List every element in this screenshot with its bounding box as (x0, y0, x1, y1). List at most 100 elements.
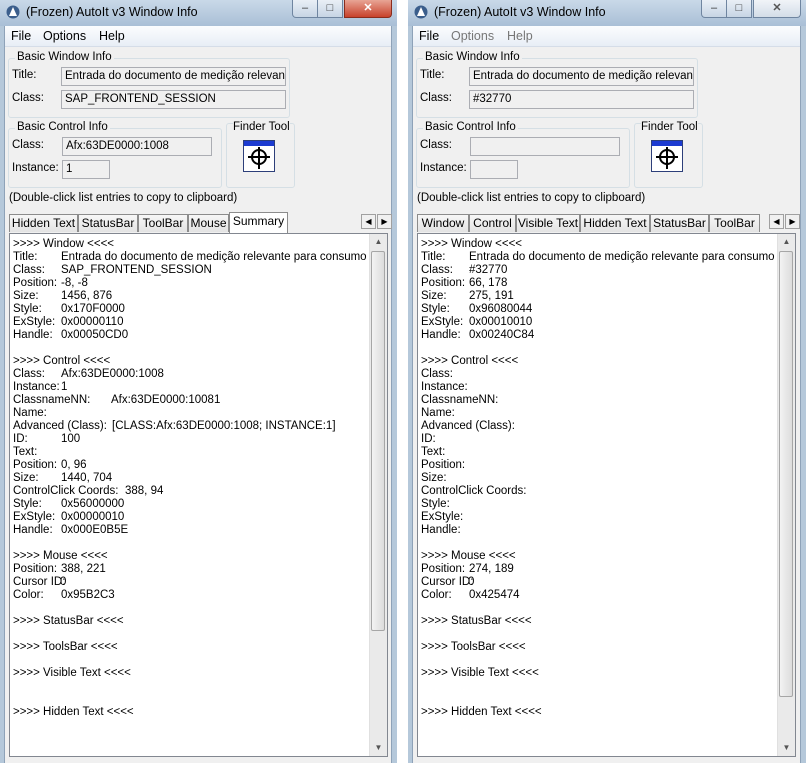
list-item[interactable]: Color: 0x425474 (421, 589, 771, 602)
list-item[interactable]: Size: 1440, 704 (13, 472, 363, 485)
list-item[interactable] (13, 342, 363, 355)
list-item[interactable]: Size: 1456, 876 (13, 290, 363, 303)
list-item[interactable]: Instance: 1 (13, 381, 363, 394)
list-item[interactable]: Handle: 0x00050CD0 (13, 329, 363, 342)
list-item[interactable]: >>>> Visible Text <<<< (421, 667, 771, 680)
window-title-field[interactable]: Entrada do documento de medição relevant… (61, 67, 286, 86)
list-item[interactable]: >>>> StatusBar <<<< (13, 615, 363, 628)
menu-help[interactable]: Help (99, 29, 125, 43)
list-item[interactable]: >>>> Window <<<< (13, 238, 363, 251)
scroll-thumb[interactable] (779, 251, 793, 697)
tab-control[interactable]: Control (469, 214, 516, 232)
list-item[interactable] (13, 680, 363, 693)
list-item[interactable] (421, 628, 771, 641)
list-item[interactable]: ClassnameNN: (421, 394, 771, 407)
list-item[interactable]: >>>> Mouse <<<< (13, 550, 363, 563)
tab-hidden-text[interactable]: Hidden Text (580, 214, 650, 232)
scroll-up-icon[interactable]: ▲ (371, 234, 386, 250)
list-item[interactable] (421, 654, 771, 667)
list-item[interactable]: >>>> Window <<<< (421, 238, 771, 251)
menu-file[interactable]: File (11, 29, 31, 43)
list-item[interactable]: ControlClick Coords: 388, 94 (13, 485, 363, 498)
close-button[interactable]: ✕ (753, 0, 801, 18)
list-item[interactable]: Position: 66, 178 (421, 277, 771, 290)
list-item[interactable]: Text: (421, 446, 771, 459)
minimize-button[interactable]: – (701, 0, 727, 18)
list-item[interactable] (13, 693, 363, 706)
list-item[interactable]: >>>> ToolsBar <<<< (421, 641, 771, 654)
list-item[interactable]: Size: 275, 191 (421, 290, 771, 303)
list-item[interactable]: Style: (421, 498, 771, 511)
tab-scroll-right-icon[interactable]: ▶ (377, 214, 392, 229)
tab-visible-text[interactable]: Visible Text (516, 214, 580, 232)
scroll-up-icon[interactable]: ▲ (779, 234, 794, 250)
tab-scroll-left-icon[interactable]: ◀ (769, 214, 784, 229)
list-item[interactable]: Class: (421, 368, 771, 381)
list-item[interactable]: >>>> Control <<<< (421, 355, 771, 368)
summary-listbox[interactable]: >>>> Window <<<< Title: Entrada do documen… (417, 233, 796, 757)
list-item[interactable]: Handle: 0x00240C84 (421, 329, 771, 342)
list-item[interactable]: Advanced (Class): [CLASS:Afx:63DE0000:100… (13, 420, 363, 433)
list-item[interactable]: Advanced (Class): (421, 420, 771, 433)
list-item[interactable] (13, 537, 363, 550)
list-item[interactable]: Position: 0, 96 (13, 459, 363, 472)
tab-statusbar[interactable]: StatusBar (78, 214, 138, 232)
list-item[interactable]: Instance: (421, 381, 771, 394)
list-item[interactable]: Class: SAP_FRONTEND_SESSION (13, 264, 363, 277)
title-bar[interactable]: (Frozen) AutoIt v3 Window Info – □ ✕ (0, 0, 397, 26)
list-item[interactable]: >>>> Hidden Text <<<< (421, 706, 771, 719)
scroll-down-icon[interactable]: ▼ (371, 740, 386, 756)
tab-toolbar[interactable]: ToolBar (138, 214, 188, 232)
tab-scroll-right-icon[interactable]: ▶ (785, 214, 800, 229)
list-item[interactable]: Position: -8, -8 (13, 277, 363, 290)
list-item[interactable]: Position: 388, 221 (13, 563, 363, 576)
list-item[interactable]: Handle: 0x000E0B5E (13, 524, 363, 537)
list-item[interactable]: >>>> StatusBar <<<< (421, 615, 771, 628)
tab-mouse[interactable]: Mouse (188, 214, 229, 232)
list-item[interactable]: >>>> Control <<<< (13, 355, 363, 368)
scroll-thumb[interactable] (371, 251, 385, 631)
list-item[interactable]: ExStyle: 0x00000110 (13, 316, 363, 329)
list-item[interactable]: Cursor ID: 0 (421, 576, 771, 589)
list-item[interactable]: >>>> Mouse <<<< (421, 550, 771, 563)
list-item[interactable]: Size: (421, 472, 771, 485)
list-item[interactable]: Text: (13, 446, 363, 459)
control-class-field[interactable]: Afx:63DE0000:1008 (62, 137, 212, 156)
list-item[interactable] (421, 693, 771, 706)
list-item[interactable]: >>>> Visible Text <<<< (13, 667, 363, 680)
window-class-field[interactable]: SAP_FRONTEND_SESSION (61, 90, 286, 109)
list-item[interactable] (421, 537, 771, 550)
tab-summary[interactable]: Summary (229, 212, 288, 233)
list-item[interactable]: ID: 100 (13, 433, 363, 446)
list-item[interactable]: Style: 0x96080044 (421, 303, 771, 316)
list-item[interactable]: ID: (421, 433, 771, 446)
list-item[interactable]: ControlClick Coords: (421, 485, 771, 498)
minimize-button[interactable]: – (292, 0, 318, 18)
control-class-field[interactable] (470, 137, 620, 156)
list-item[interactable]: Class: #32770 (421, 264, 771, 277)
tab-toolbar[interactable]: ToolBar (709, 214, 760, 232)
tab-window[interactable]: Window (417, 214, 469, 232)
list-item[interactable]: Cursor ID: 0 (13, 576, 363, 589)
title-bar[interactable]: (Frozen) AutoIt v3 Window Info – □ ✕ (408, 0, 806, 26)
list-item[interactable]: Color: 0x95B2C3 (13, 589, 363, 602)
list-item[interactable]: Position: (421, 459, 771, 472)
scroll-down-icon[interactable]: ▼ (779, 740, 794, 756)
close-button[interactable]: ✕ (344, 0, 392, 18)
finder-tool-crosshair-icon[interactable] (651, 140, 683, 172)
menu-help[interactable]: Help (507, 29, 533, 43)
menu-file[interactable]: File (419, 29, 439, 43)
vertical-scrollbar[interactable]: ▲ ▼ (369, 234, 387, 756)
list-item[interactable]: ClassnameNN: Afx:63DE0000:10081 (13, 394, 363, 407)
list-item[interactable]: >>>> Hidden Text <<<< (13, 706, 363, 719)
list-item[interactable]: >>>> ToolsBar <<<< (13, 641, 363, 654)
instance-field[interactable] (470, 160, 518, 179)
vertical-scrollbar[interactable]: ▲ ▼ (777, 234, 795, 756)
menu-options[interactable]: Options (451, 29, 494, 43)
list-item[interactable]: ExStyle: (421, 511, 771, 524)
list-item[interactable]: Style: 0x170F0000 (13, 303, 363, 316)
list-item[interactable]: Title: Entrada do documento de medição re… (13, 251, 367, 264)
list-item[interactable]: ExStyle: 0x00010010 (421, 316, 771, 329)
list-item[interactable] (421, 342, 771, 355)
list-item[interactable]: Title: Entrada do documento de medição re… (421, 251, 775, 264)
